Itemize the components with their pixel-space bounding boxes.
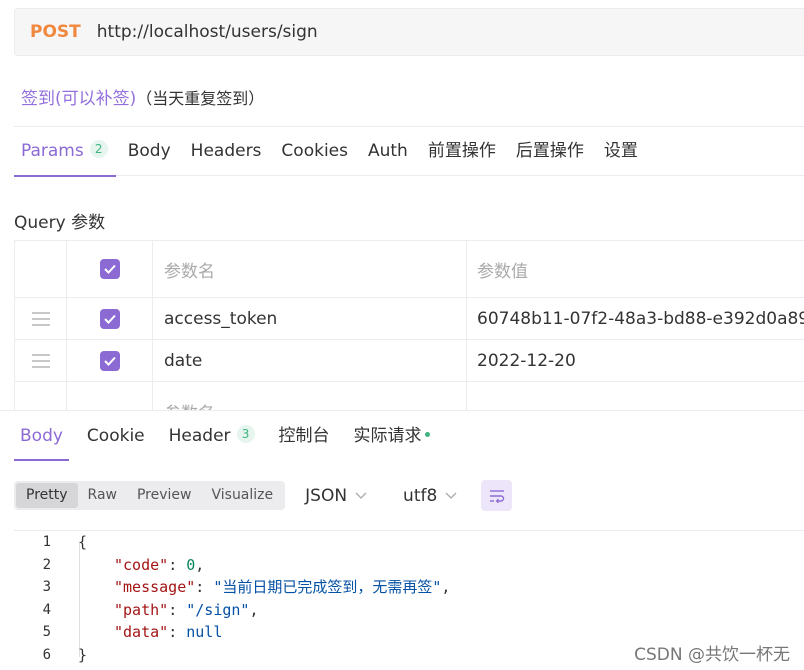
tab-auth[interactable]: Auth [360, 126, 416, 176]
line-number: 4 [42, 601, 51, 618]
view-pretty[interactable]: Pretty [16, 483, 78, 508]
tab-actual-request[interactable]: 实际请求 [348, 411, 436, 461]
code-line: } [78, 644, 450, 667]
tab-cookies[interactable]: Cookies [273, 126, 356, 176]
json-open-brace: { [78, 533, 88, 551]
json-key: "path" [114, 600, 169, 619]
param-value-cell[interactable]: 60748b11-07f2-48a3-bd88-e392d0a89f0d [467, 298, 804, 339]
tab-pre-operations[interactable]: 前置操作 [420, 126, 504, 176]
line-number-gutter: 1 2 3 4 5 6 [14, 531, 65, 670]
json-key: "message" [114, 578, 196, 597]
tab-body[interactable]: Body [120, 126, 179, 176]
tab-post-operations[interactable]: 后置操作 [508, 126, 592, 176]
status-dot [424, 431, 430, 437]
view-visualize[interactable]: Visualize [201, 483, 283, 508]
tab-settings[interactable]: 设置 [596, 126, 646, 176]
param-value-cell[interactable]: 2022-12-20 [467, 340, 804, 381]
json-number: 0 [186, 555, 196, 574]
tab-label: Params [21, 141, 84, 161]
word-wrap-button[interactable] [481, 480, 513, 511]
check-icon [103, 264, 116, 274]
tab-response-header[interactable]: Header 3 [163, 411, 261, 461]
placeholder-handle-cell [15, 382, 67, 411]
code-line: "data": null [114, 623, 223, 642]
json-key: "data" [114, 623, 169, 642]
response-panel: Body Cookie Header 3 控制台 实际请求 Pretty Raw … [0, 411, 804, 670]
line-number: 2 [42, 556, 51, 573]
tab-label: 实际请求 [353, 426, 422, 446]
json-key: "code" [114, 555, 169, 574]
json-string: "当前日期已完成签到，无需再签" [213, 578, 442, 597]
response-tabs: Body Cookie Header 3 控制台 实际请求 [14, 411, 448, 461]
select-all-checkbox[interactable] [99, 259, 120, 279]
table-row: date 2022-12-20 [15, 340, 804, 382]
line-number: 3 [42, 579, 51, 596]
line-number: 1 [42, 534, 51, 550]
placeholder-check-cell [67, 382, 153, 411]
tab-response-body[interactable]: Body [14, 411, 69, 461]
code-line: "code": 0, [114, 555, 205, 574]
api-name[interactable]: 签到(可以补签) [21, 89, 136, 109]
json-close-brace: } [78, 645, 88, 664]
view-preview[interactable]: Preview [127, 483, 202, 508]
drag-handle[interactable] [15, 340, 67, 381]
param-value-placeholder[interactable] [467, 382, 804, 411]
csdn-watermark: CSDN @共饮一杯无 [634, 645, 790, 665]
query-params-label: Query 参数 [14, 213, 106, 233]
params-count-badge: 2 [89, 140, 108, 158]
encoding-value: utf8 [403, 485, 438, 506]
header-count-badge: 3 [236, 425, 255, 443]
word-wrap-icon [489, 489, 504, 503]
row-checkbox[interactable] [99, 308, 120, 329]
view-mode-segment: Pretty Raw Preview Visualize [14, 481, 286, 510]
chevron-down-icon [355, 492, 367, 499]
format-toolbar: Pretty Raw Preview Visualize JSON utf8 [14, 480, 513, 511]
check-icon [103, 356, 116, 366]
drag-handle-icon [31, 311, 50, 326]
api-title: 签到(可以补签)（当天重复签到） [21, 84, 264, 109]
row-check-cell [67, 298, 153, 339]
format-value: JSON [305, 485, 348, 506]
code-line: { [78, 531, 450, 554]
encoding-dropdown[interactable]: utf8 [403, 486, 457, 506]
api-note: （当天重复签到） [136, 89, 265, 108]
row-check-cell [67, 340, 153, 381]
request-url[interactable]: http://localhost/users/sign [97, 22, 318, 42]
request-tabs: Params 2 Body Headers Cookies Auth 前置操作 后… [14, 126, 804, 177]
param-name-placeholder[interactable]: 参数名 [153, 382, 467, 411]
drag-handle-icon [31, 353, 50, 368]
table-row-placeholder: 参数名 [15, 382, 804, 411]
json-string: "/sign" [186, 600, 250, 619]
format-dropdown[interactable]: JSON [305, 486, 367, 506]
param-name-cell[interactable]: date [153, 340, 467, 381]
tab-headers[interactable]: Headers [183, 126, 270, 176]
line-number: 5 [42, 624, 51, 641]
api-client-page: POST http://localhost/users/sign 签到(可以补签… [0, 0, 804, 670]
param-name-cell[interactable]: access_token [153, 298, 467, 339]
tab-params[interactable]: Params 2 [14, 126, 116, 177]
chevron-down-icon [445, 492, 457, 499]
header-check-cell [67, 241, 153, 297]
table-header-row: 参数名 参数值 [15, 241, 804, 298]
json-null: null [186, 623, 223, 642]
query-params-table: 参数名 参数值 access_token 60748b11-07f2-48a3-… [14, 240, 804, 411]
tab-response-cookie[interactable]: Cookie [81, 411, 151, 461]
http-method[interactable]: POST [30, 22, 81, 42]
line-number: 6 [42, 646, 51, 663]
code-lines: { "code": 0, "message": "当前日期已完成签到，无需再签"… [78, 531, 450, 667]
drag-handle[interactable] [15, 298, 67, 339]
code-line: "path": "/sign", [114, 600, 259, 619]
url-bar[interactable]: POST http://localhost/users/sign [14, 8, 804, 56]
header-handle-cell [15, 241, 67, 297]
tab-console[interactable]: 控制台 [273, 411, 336, 461]
param-name-header: 参数名 [153, 241, 467, 297]
param-value-header: 参数值 [477, 261, 528, 282]
tab-label: Header [168, 426, 231, 446]
code-line: "message": "当前日期已完成签到，无需再签", [114, 578, 451, 597]
row-checkbox[interactable] [99, 350, 120, 371]
table-row: access_token 60748b11-07f2-48a3-bd88-e39… [15, 298, 804, 340]
check-icon [103, 314, 116, 324]
view-raw[interactable]: Raw [78, 483, 127, 508]
